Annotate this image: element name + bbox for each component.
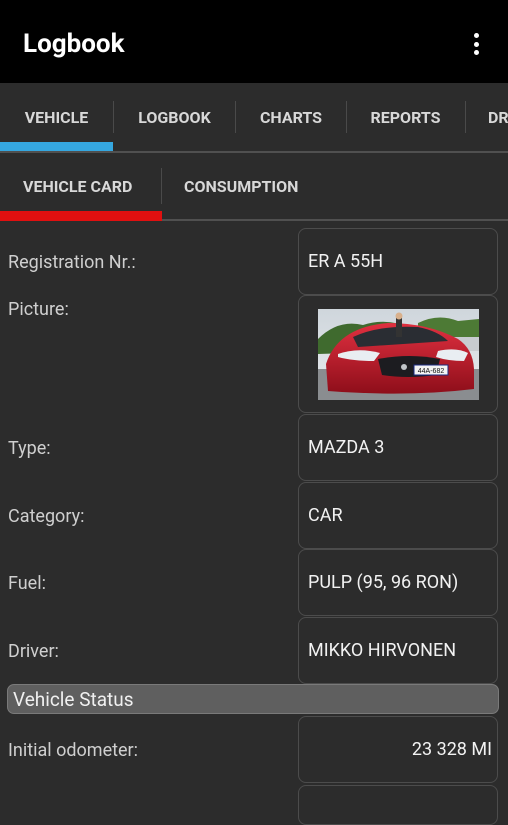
license-plate-text: 44A-682: [417, 368, 444, 375]
app-bar: Logbook: [0, 0, 508, 83]
tab-charts[interactable]: CHARTS: [236, 83, 346, 151]
tab-consumption[interactable]: CONSUMPTION: [184, 153, 298, 219]
picture-label: Picture:: [8, 299, 69, 320]
registration-label: Registration Nr.:: [8, 252, 136, 273]
type-field[interactable]: MAZDA 3: [298, 414, 498, 481]
initial-odometer-field[interactable]: 23 328 MI: [298, 716, 498, 783]
tab-vehicle-card[interactable]: VEHICLE CARD: [23, 153, 132, 219]
driver-label: Driver:: [8, 641, 59, 662]
next-field[interactable]: [298, 785, 498, 825]
app-title: Logbook: [23, 29, 125, 59]
tab-divider: [465, 101, 466, 133]
subtab-selected-indicator: [0, 211, 162, 221]
fuel-field[interactable]: PULP (95, 96 RON): [298, 549, 498, 616]
main-tab-bar: VEHICLE LOGBOOK CHARTS REPORTS DR: [0, 83, 508, 153]
category-label: Category:: [8, 506, 85, 527]
tab-reports[interactable]: REPORTS: [347, 83, 464, 151]
subtab-divider: [161, 168, 162, 204]
vehicle-status-header: Vehicle Status: [7, 684, 499, 714]
tab-logbook[interactable]: LOGBOOK: [114, 83, 235, 151]
sub-tab-bar: VEHICLE CARD CONSUMPTION: [0, 153, 508, 221]
initial-odometer-label: Initial odometer:: [8, 740, 139, 761]
fuel-label: Fuel:: [8, 573, 46, 594]
tab-selected-indicator: [0, 142, 113, 151]
type-label: Type:: [8, 438, 51, 459]
category-field[interactable]: CAR: [298, 482, 498, 549]
tab-driver[interactable]: DR: [488, 83, 508, 151]
registration-field[interactable]: ER A 55H: [298, 228, 498, 295]
picture-field[interactable]: 44A-682: [298, 295, 498, 413]
car-picture: 44A-682: [317, 309, 479, 400]
more-vert-icon[interactable]: [474, 33, 480, 55]
tab-vehicle[interactable]: VEHICLE: [0, 83, 113, 151]
driver-field[interactable]: MIKKO HIRVONEN: [298, 617, 498, 684]
